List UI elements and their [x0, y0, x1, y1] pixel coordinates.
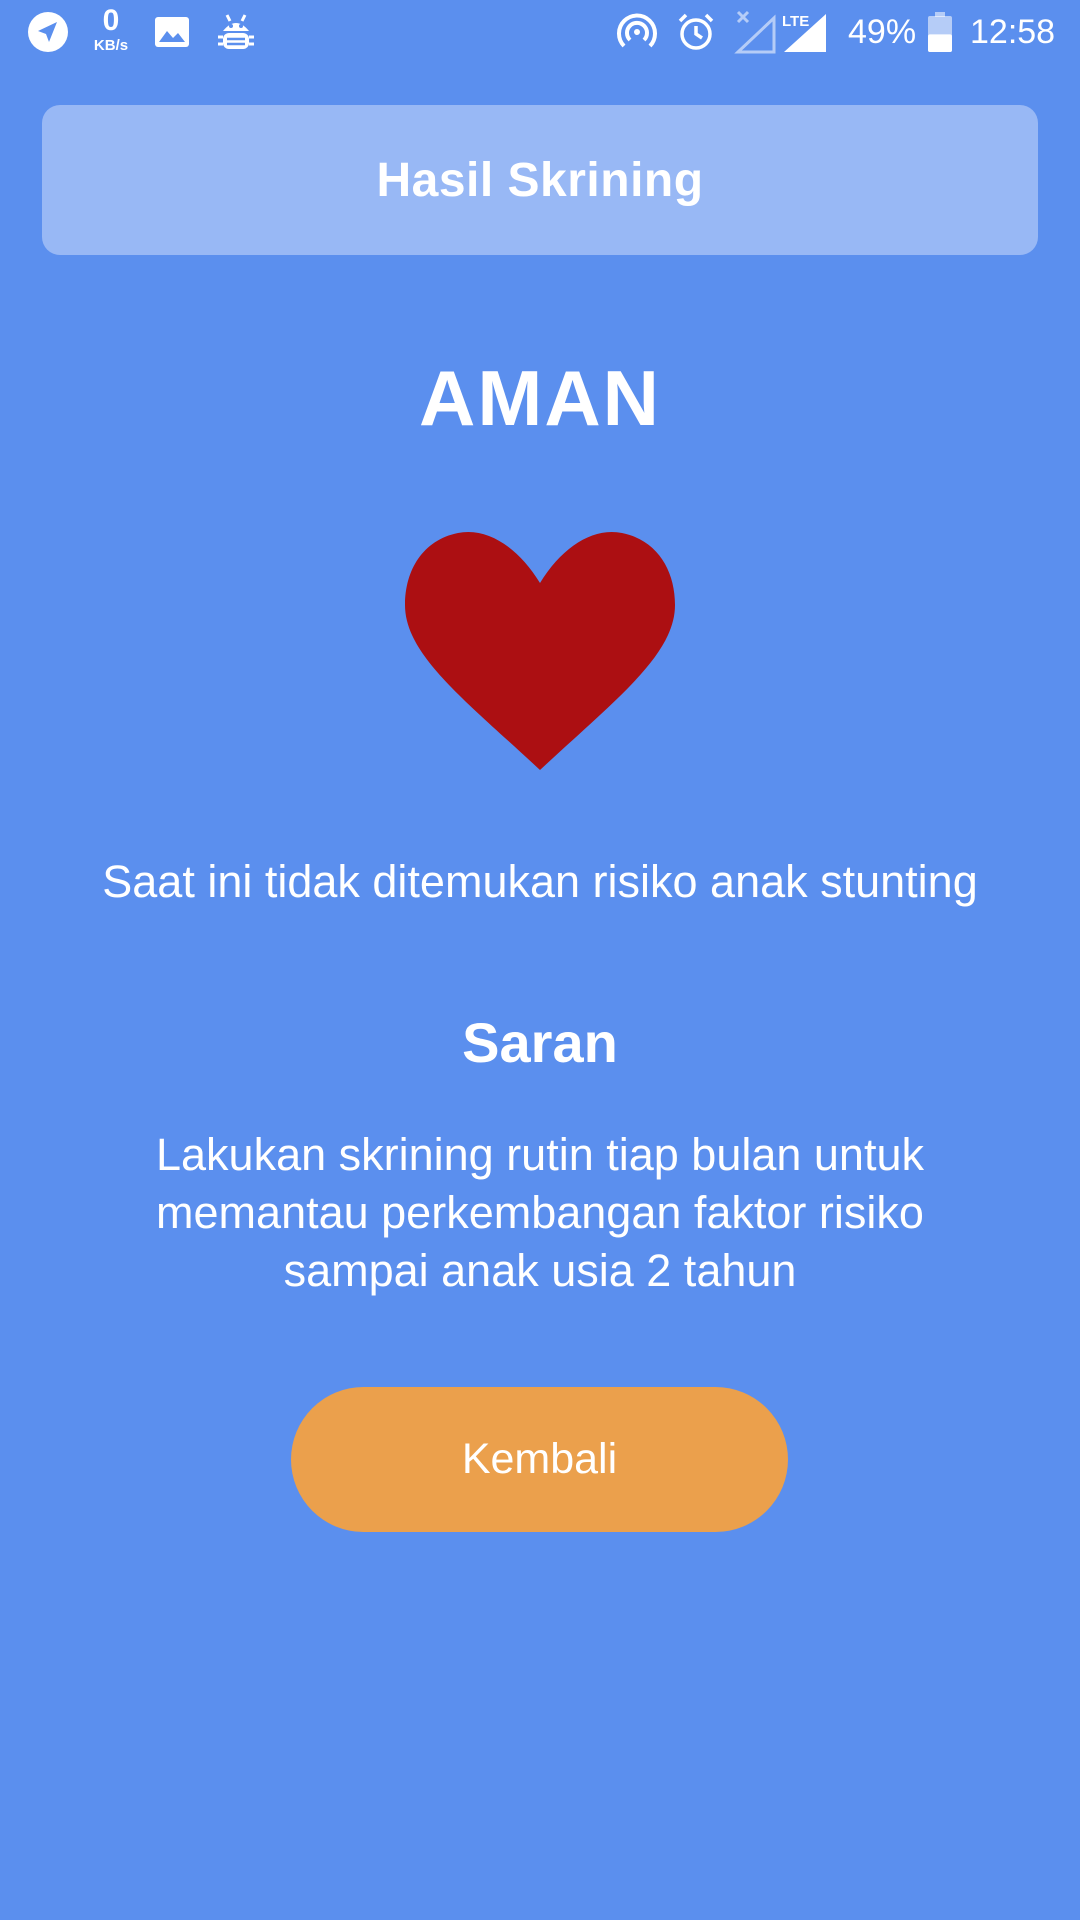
- suggestion-text: Lakukan skrining rutin tiap bulan untuk …: [156, 1129, 924, 1296]
- android-debug-icon: [212, 10, 260, 54]
- hotspot-icon: [614, 10, 660, 54]
- header-card: Hasil Skrining: [42, 105, 1038, 255]
- suggestion-title: Saran: [462, 1011, 618, 1074]
- image-icon: [152, 10, 192, 54]
- lte-label: LTE: [782, 13, 809, 30]
- battery-percent: 49%: [848, 13, 917, 51]
- network-speed: 0 KB/s: [84, 4, 138, 54]
- result-message: Saat ini tidak ditemukan risiko anak stu…: [102, 856, 978, 907]
- result-status: AMAN: [419, 354, 661, 442]
- heart-icon: [405, 531, 675, 770]
- clock-time: 12:58: [970, 13, 1056, 51]
- battery-icon: [926, 10, 954, 54]
- network-speed-unit: KB/s: [93, 37, 129, 54]
- page-title: Hasil Skrining: [376, 153, 704, 207]
- network-speed-value: 0: [102, 4, 120, 37]
- alarm-icon: [674, 10, 718, 54]
- telegram-icon: [26, 10, 70, 54]
- lte-signal-icon: LTE: [734, 10, 828, 54]
- status-bar: 0 KB/s LTE 49% 12:58: [0, 0, 1080, 64]
- battery-level: [928, 34, 952, 52]
- back-button[interactable]: Kembali: [291, 1387, 788, 1532]
